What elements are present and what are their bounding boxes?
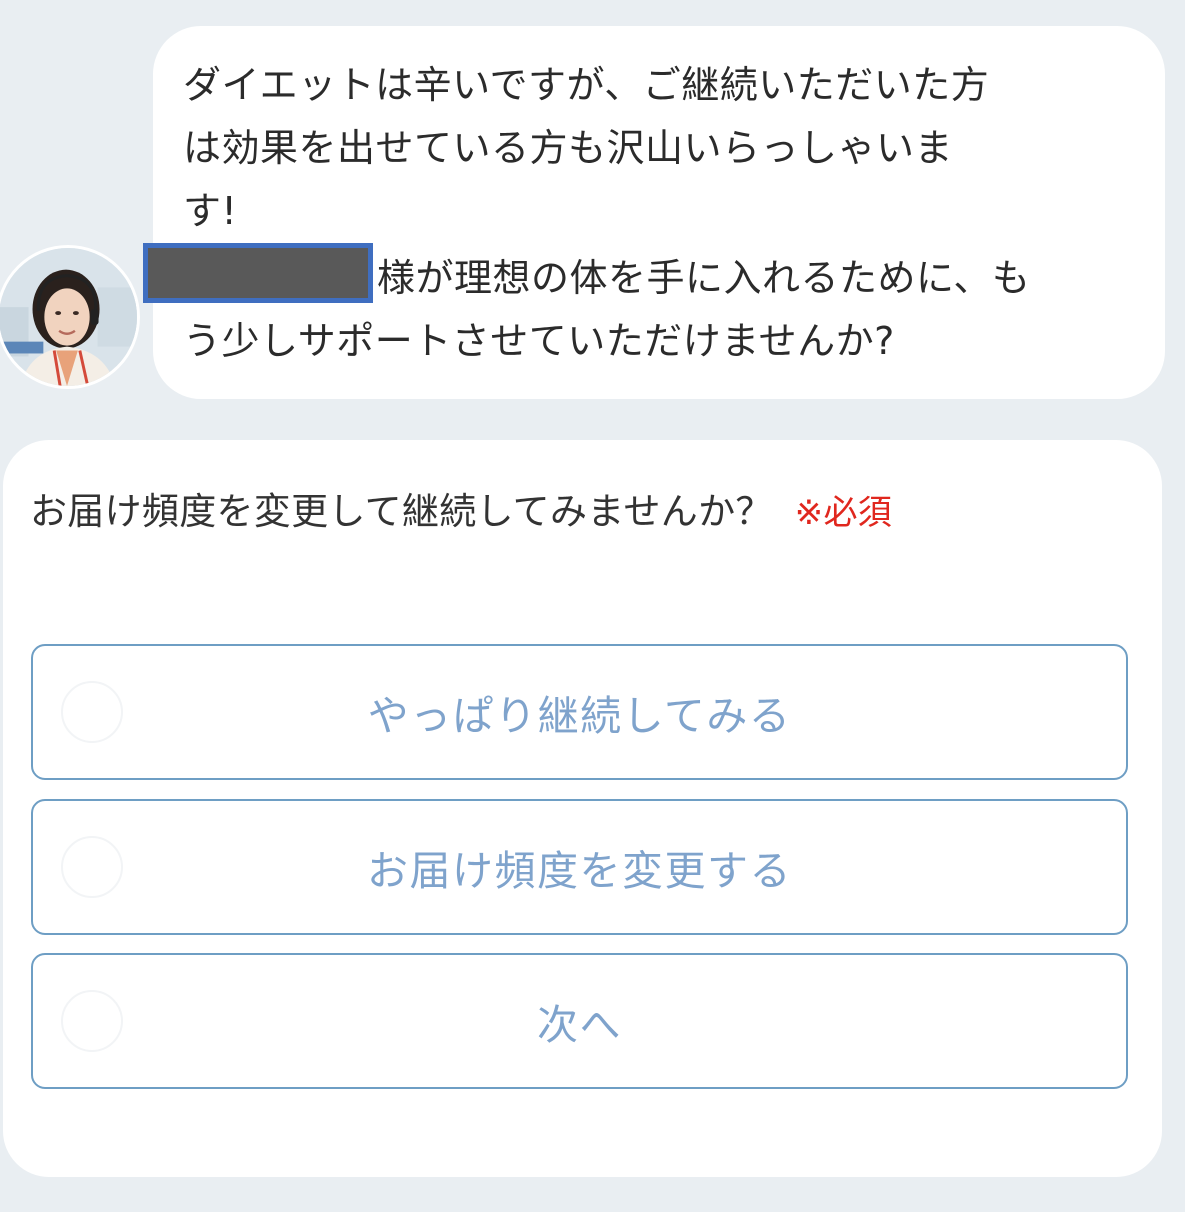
operator-photo (0, 248, 137, 386)
question-card: お届け頻度を変更して継続してみませんか？ ※必須 やっぱり継続してみる お届け頻度… (3, 440, 1162, 1177)
option-next[interactable]: 次へ (31, 953, 1128, 1089)
question-text: お届け頻度を変更して継続してみませんか？ (30, 490, 773, 533)
option-label: 次へ (537, 1001, 622, 1049)
radio-icon[interactable] (61, 990, 123, 1052)
redacted-customer-name (143, 243, 373, 303)
message-line: 様が理想の体を手に入れるために、も (377, 256, 1031, 300)
required-badge: ※必須 (794, 493, 893, 533)
message-line-with-name: 様が理想の体を手に入れるために、も (143, 243, 1135, 310)
radio-icon[interactable] (61, 681, 123, 743)
message-line: す! (183, 189, 238, 233)
operator-avatar (0, 245, 140, 389)
message-line: ダイエットは辛いですが、ご継続いただいた方 (183, 63, 990, 107)
message-line: う少しサポートさせていただけませんか? (183, 319, 895, 363)
radio-icon[interactable] (61, 836, 123, 898)
message-line: は効果を出せている方も沢山いらっしゃいま (183, 126, 954, 170)
chat-message-bubble: ダイエットは辛いですが、ご継続いただいた方 は効果を出せている方も沢山いらっしゃ… (143, 26, 1165, 399)
chat-screen: ダイエットは辛いですが、ご継続いただいた方 は効果を出せている方も沢山いらっしゃ… (0, 0, 1185, 1212)
option-label: お届け頻度を変更する (367, 847, 792, 895)
option-label: やっぱり継続してみる (367, 692, 792, 740)
question-heading: お届け頻度を変更して継続してみませんか？ ※必須 (30, 484, 892, 541)
option-continue[interactable]: やっぱり継続してみる (31, 644, 1128, 780)
option-change-frequency[interactable]: お届け頻度を変更する (31, 799, 1128, 935)
